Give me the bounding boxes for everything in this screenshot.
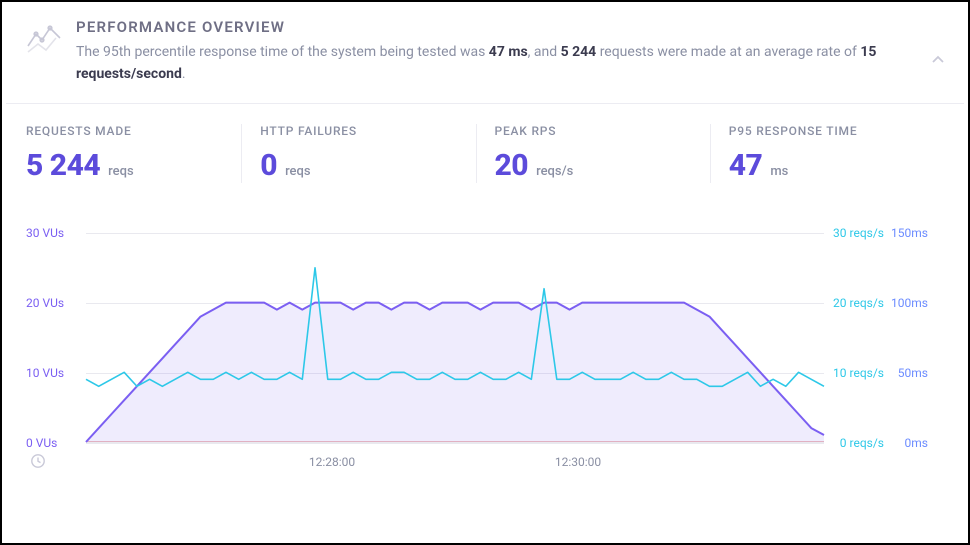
stat-value: 47 (729, 148, 763, 183)
page-title: PERFORMANCE OVERVIEW (76, 18, 944, 36)
stat-unit: reqs/s (536, 164, 573, 179)
stats-row: REQUESTS MADE 5 244 reqs HTTP FAILURES 0… (2, 104, 968, 193)
stat-peak-rps: PEAK RPS 20 reqs/s (477, 124, 711, 183)
y-tick-right-rps: 30 reqs/s (833, 226, 884, 240)
stat-p95-response: P95 RESPONSE TIME 47 ms (711, 124, 944, 183)
y-tick-left: 0 VUs (26, 436, 57, 450)
summary-mid1: , and (528, 44, 561, 60)
stat-label: PEAK RPS (495, 124, 692, 138)
y-tick-left: 10 VUs (26, 366, 64, 380)
y-tick-right-ms: 50ms (898, 366, 928, 380)
stat-unit: reqs (285, 164, 311, 179)
y-tick-right-rps: 10 reqs/s (833, 366, 884, 380)
x-tick: 12:30:00 (555, 455, 601, 469)
stat-label: REQUESTS MADE (26, 124, 223, 138)
stat-value: 0 (260, 148, 277, 183)
stat-unit: reqs (108, 164, 134, 179)
y-tick-left: 30 VUs (26, 226, 64, 240)
summary-sentence: The 95th percentile response time of the… (76, 42, 896, 85)
header-text: PERFORMANCE OVERVIEW The 95th percentile… (76, 18, 944, 85)
overview-header: PERFORMANCE OVERVIEW The 95th percentile… (2, 2, 968, 103)
stat-label: P95 RESPONSE TIME (729, 124, 926, 138)
stat-value: 5 244 (26, 148, 100, 183)
stat-http-failures: HTTP FAILURES 0 reqs (242, 124, 476, 183)
summary-total-reqs: 5 244 (561, 44, 597, 60)
chevron-up-icon (930, 52, 946, 68)
summary-pre: The 95th percentile response time of the… (76, 44, 489, 60)
y-tick-right-rps: 20 reqs/s (833, 296, 884, 310)
x-tick: 12:28:00 (309, 455, 355, 469)
performance-chart: 0 VUs10 VUs20 VUs30 VUs0 reqs/s0ms10 req… (26, 233, 944, 473)
y-tick-right-ms: 100ms (891, 296, 928, 310)
performance-icon (26, 20, 62, 56)
y-tick-right-ms: 0ms (905, 436, 928, 450)
summary-mid2: requests were made at an average rate of (596, 44, 860, 60)
stat-label: HTTP FAILURES (260, 124, 457, 138)
summary-p95: 47 ms (489, 44, 528, 60)
y-tick-left: 20 VUs (26, 296, 64, 310)
summary-post: . (182, 66, 186, 82)
stat-value: 20 (495, 148, 529, 183)
stat-unit: ms (770, 164, 788, 179)
collapse-toggle[interactable] (930, 52, 946, 72)
clock-icon (30, 453, 46, 473)
y-tick-right-ms: 150ms (891, 226, 928, 240)
y-tick-right-rps: 0 reqs/s (840, 436, 884, 450)
stat-requests-made: REQUESTS MADE 5 244 reqs (26, 124, 242, 183)
